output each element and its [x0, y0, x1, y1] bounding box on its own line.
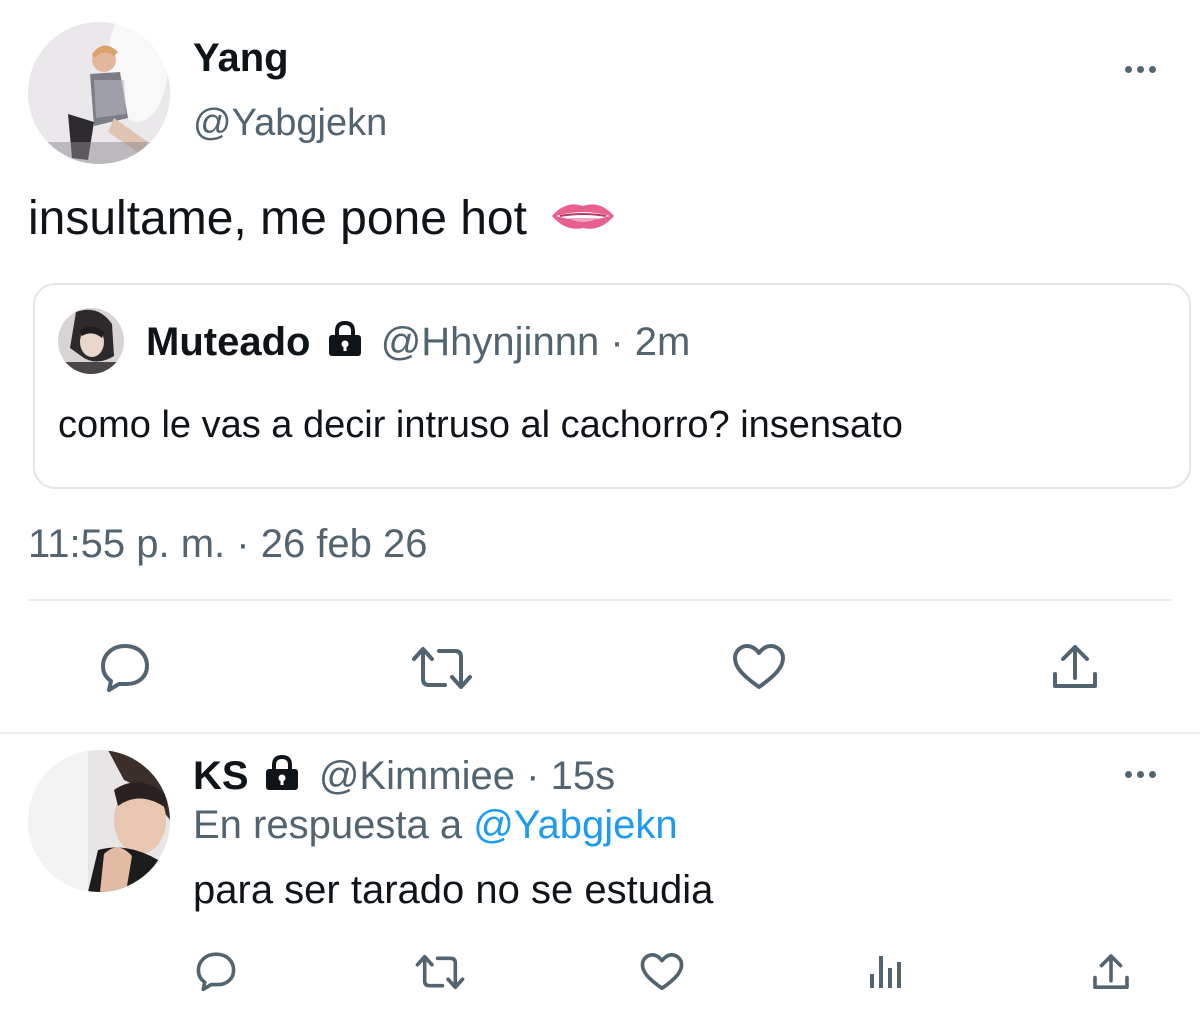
quoted-text: como le vas a decir intruso al cachorro?…: [58, 404, 903, 446]
heart-icon[interactable]: [640, 952, 684, 992]
reply-time: · 15s: [526, 754, 616, 798]
divider: [28, 599, 1171, 601]
quoted-author-handle[interactable]: @Hhynjinnn: [381, 320, 600, 364]
heart-icon[interactable]: [732, 643, 786, 691]
divider: [0, 732, 1200, 734]
reply-icon[interactable]: [99, 642, 151, 692]
quoted-time: · 2m: [610, 320, 691, 364]
avatar-ks[interactable]: [28, 750, 170, 892]
reply-text: para ser tarado no se estudia: [193, 868, 714, 912]
lock-icon: [262, 754, 302, 802]
tweet-text: insultame, me pone hot: [28, 190, 618, 250]
avatar-yang[interactable]: [28, 22, 170, 164]
reply-author-name[interactable]: KS: [193, 754, 249, 798]
more-dots-icon[interactable]: [1125, 66, 1156, 73]
replying-to-label: En respuesta a: [193, 803, 463, 847]
share-icon[interactable]: [1091, 952, 1131, 992]
lock-icon: [326, 320, 364, 368]
avatar-muteado[interactable]: [58, 308, 124, 374]
retweet-icon[interactable]: [415, 953, 465, 991]
quoted-author-name[interactable]: Muteado: [146, 320, 310, 364]
reply-author-handle[interactable]: @Kimmiee: [319, 754, 515, 798]
retweet-icon[interactable]: [411, 645, 473, 691]
tweet-timestamp[interactable]: 11:55 p. m. · 26 feb 26: [28, 520, 428, 568]
biting-lip-emoji-icon: [548, 192, 618, 250]
replying-to: En respuesta a @Yabgjekn: [193, 801, 678, 849]
author-handle[interactable]: @Yabgjekn: [193, 100, 387, 146]
quoted-header: Muteado @Hhynjinnn · 2m: [146, 318, 690, 368]
replying-to-link[interactable]: @Yabgjekn: [473, 803, 677, 847]
tweet-text-body: insultame, me pone hot: [28, 192, 527, 245]
author-name[interactable]: Yang: [193, 34, 289, 82]
reply-header: KS @Kimmiee · 15s: [193, 752, 615, 802]
analytics-icon[interactable]: [868, 952, 906, 990]
more-dots-icon[interactable]: [1125, 771, 1156, 778]
quoted-tweet-card[interactable]: [33, 283, 1191, 489]
share-icon[interactable]: [1050, 642, 1100, 692]
reply-icon[interactable]: [195, 951, 237, 991]
